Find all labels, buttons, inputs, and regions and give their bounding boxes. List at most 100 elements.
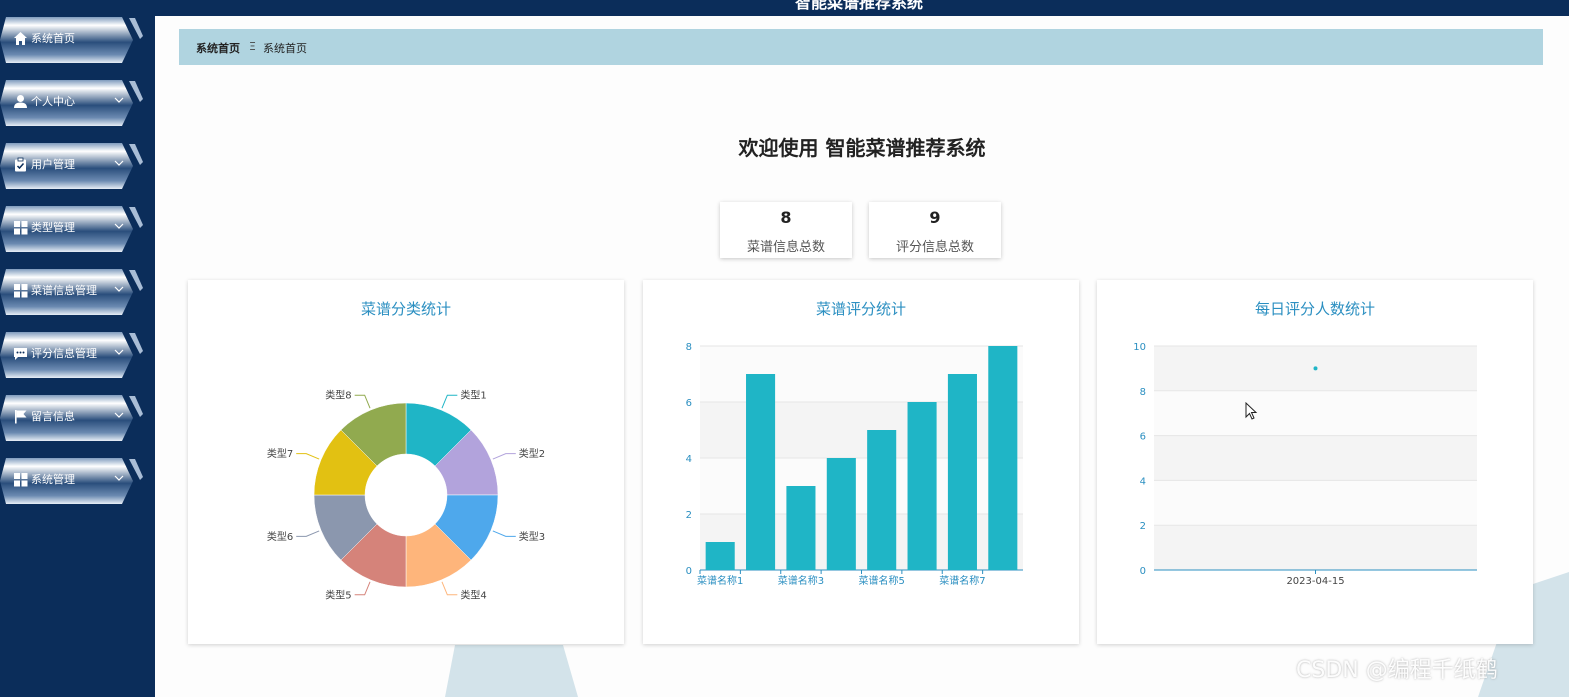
bar-chart-panel: 0 2 4 6 8 菜谱名称1 菜谱名称3 菜谱名称5 菜谱名称7 菜谱评分统计 <box>643 280 1079 644</box>
chevron-down-icon <box>114 97 124 103</box>
pie-slice-label: 类型8 <box>325 389 351 402</box>
grid-band <box>1154 390 1477 436</box>
flag-icon <box>15 410 27 424</box>
stat-label: 菜谱信息总数 <box>746 240 825 255</box>
y-tick-label: 4 <box>686 454 692 465</box>
chevron-down-icon <box>114 412 124 418</box>
mouse-cursor-icon <box>1245 402 1258 420</box>
sidebar-item-4[interactable]: 类型管理 <box>0 205 143 253</box>
breadcrumb-home-link[interactable]: 系统首页 <box>196 40 240 56</box>
chevron-down-icon <box>114 160 124 166</box>
scatter-point <box>1313 366 1318 371</box>
sidebar-item-label: 评分信息管理 <box>31 347 97 360</box>
stat-card-recipes: 8 菜谱信息总数 <box>720 202 852 258</box>
pie-slice-label: 类型3 <box>519 530 545 543</box>
pie-slice-label: 类型5 <box>325 588 351 601</box>
pie-label-line <box>354 394 371 409</box>
x-tick-label: 菜谱名称7 <box>939 574 985 587</box>
pie-slice-label: 类型7 <box>267 447 293 460</box>
bar <box>867 430 897 570</box>
pie-label-line <box>441 581 458 596</box>
stat-card-ratings: 9 评分信息总数 <box>869 202 1001 258</box>
breadcrumb: 系统首页 Ξ 系统首页 <box>179 29 1543 65</box>
stat-value: 8 <box>780 208 792 227</box>
sidebar-item-label: 菜谱信息管理 <box>31 284 97 297</box>
breadcrumb-separator: Ξ <box>249 40 256 53</box>
sidebar-item-7[interactable]: 留言信息 <box>0 394 143 442</box>
top-bar: 智能菜谱推荐系统 <box>155 0 1569 16</box>
sidebar-item-label: 用户管理 <box>31 158 75 171</box>
chevron-down-icon <box>114 286 124 292</box>
pie-label-line <box>354 581 371 596</box>
sidebar-item-8[interactable]: 系统管理 <box>0 457 143 505</box>
y-tick-label: 6 <box>686 398 692 409</box>
panel-title: 每日评分人数统计 <box>1254 300 1375 318</box>
y-tick-label: 4 <box>1140 476 1146 487</box>
y-tick-label: 10 <box>1133 342 1146 353</box>
pie-slice-label: 类型6 <box>267 530 293 543</box>
breadcrumb-current: 系统首页 <box>263 42 307 55</box>
y-tick-label: 6 <box>1140 432 1146 443</box>
stat-label: 评分信息总数 <box>895 240 974 255</box>
chevron-down-icon <box>114 349 124 355</box>
pie-label-line <box>492 453 516 460</box>
sidebar-item-label: 留言信息 <box>31 410 75 423</box>
grid-band <box>1154 480 1477 526</box>
grid-band <box>1154 525 1477 570</box>
bar <box>988 346 1018 570</box>
bar-chart: 0 2 4 6 8 菜谱名称1 菜谱名称3 菜谱名称5 菜谱名称7 <box>686 342 1023 587</box>
home-icon <box>14 32 27 45</box>
bar <box>826 458 856 570</box>
x-tick-label: 菜谱名称5 <box>859 574 905 587</box>
sidebar-item-2[interactable]: 个人中心 <box>0 79 143 127</box>
scatter-chart-panel: 0 2 4 6 8 10 2023-04-15 每日评分人数统计 <box>1097 280 1533 644</box>
sidebar-item-3[interactable]: 用户管理 <box>0 142 143 190</box>
grid-icon <box>14 284 28 298</box>
sidebar-item-5[interactable]: 菜谱信息管理 <box>0 268 143 316</box>
clipboard-icon <box>15 157 26 172</box>
sidebar-item-1[interactable]: 系统首页 <box>0 16 143 64</box>
y-tick-label: 2 <box>1140 521 1146 532</box>
y-tick-label: 0 <box>1140 566 1146 577</box>
x-tick-label: 菜谱名称3 <box>778 574 824 587</box>
y-tick-label: 8 <box>1140 387 1146 398</box>
bar <box>746 374 776 570</box>
pie-label-line <box>296 453 320 460</box>
pie-slice-label: 类型4 <box>460 588 486 601</box>
grid-icon <box>14 473 28 487</box>
chevron-down-icon <box>114 475 124 481</box>
sidebar-item-label: 个人中心 <box>31 95 75 108</box>
y-tick-label: 2 <box>686 510 692 521</box>
grid-icon <box>14 221 28 235</box>
user-icon <box>14 95 27 108</box>
pie-chart: 类型1 类型2 类型3 类型4 类型5 类型6 类型7 类型8 <box>267 389 545 602</box>
panel-title: 菜谱评分统计 <box>815 300 906 318</box>
app-title: 智能菜谱推荐系统 <box>795 0 924 12</box>
bar <box>907 402 937 570</box>
bar <box>786 486 816 570</box>
welcome-heading: 欢迎使用 智能菜谱推荐系统 <box>738 136 986 160</box>
y-tick-label: 0 <box>686 566 692 577</box>
y-tick-label: 8 <box>686 342 692 353</box>
pie-slice-label: 类型1 <box>460 389 486 402</box>
x-tick-label: 2023-04-15 <box>1286 576 1344 587</box>
stat-value: 9 <box>929 208 941 227</box>
bar <box>705 542 735 570</box>
panel-title: 菜谱分类统计 <box>360 300 451 318</box>
pie-label-line <box>296 530 320 537</box>
sidebar-item-label: 类型管理 <box>31 221 75 234</box>
grid-band <box>1154 435 1477 481</box>
sidebar-item-6[interactable]: 评分信息管理 <box>0 331 143 379</box>
sidebar-item-label: 系统管理 <box>31 473 75 486</box>
scatter-chart: 0 2 4 6 8 10 2023-04-15 <box>1133 342 1477 587</box>
pie-slice-label: 类型2 <box>519 447 545 460</box>
pie-label-line <box>441 394 458 409</box>
chevron-down-icon <box>114 223 124 229</box>
chat-icon <box>14 348 27 360</box>
sidebar-item-label: 系统首页 <box>31 32 75 45</box>
x-tick-label: 菜谱名称1 <box>697 574 743 587</box>
pie-label-line <box>492 530 516 537</box>
pie-chart-panel: 类型1 类型2 类型3 类型4 类型5 类型6 类型7 类型8 菜谱分类统计 <box>188 280 624 644</box>
watermark-text: CSDN @编程千纸鹤 <box>1296 658 1498 683</box>
bar <box>947 374 977 570</box>
